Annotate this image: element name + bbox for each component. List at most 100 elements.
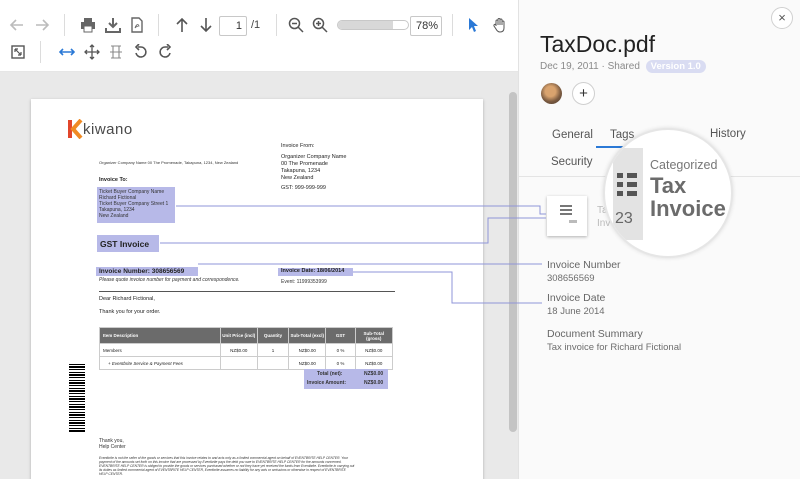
table-cell: NZ$0.00 [288, 343, 327, 357]
toolbar-divider [40, 41, 41, 63]
column-header: Quantity [256, 327, 290, 344]
event-line: Event: 11999353999 [281, 279, 327, 285]
select-cursor-icon[interactable] [461, 13, 485, 37]
previous-page-icon[interactable] [170, 13, 194, 37]
invoice-amount-value: NZ$0.00 [364, 380, 384, 386]
magnifier-callout: 23 Categorized Tax Invoice [603, 128, 733, 258]
add-share-button[interactable]: + [572, 82, 595, 105]
footer-line: HELP CENTER. [99, 472, 123, 476]
gst-number: GST: 999-999-999 [281, 185, 326, 191]
divider-line [99, 291, 395, 292]
table-cell: NZ$0.00 [219, 343, 258, 357]
zoom-in-icon[interactable] [308, 13, 332, 37]
toolbar-divider [158, 14, 159, 36]
invoice-date-label: Invoice Date [547, 292, 606, 304]
table-cell: Members [99, 343, 221, 357]
column-header: Sub-Total (excl) [288, 327, 327, 344]
document-summary-label: Document Summary [547, 328, 643, 340]
document-date-shared: Dec 19, 2011 · Shared [540, 61, 640, 72]
column-header: GST [325, 327, 356, 344]
print-icon[interactable] [76, 13, 100, 37]
column-header: Item Description [99, 327, 221, 344]
total-label: Total (net): [317, 371, 343, 377]
invoice-from-line: Takapuna, 1234 [281, 168, 321, 174]
total-value: NZ$0.00 [364, 371, 384, 377]
zoom-slider[interactable] [337, 20, 409, 30]
category-thumbnail [547, 196, 587, 236]
invoice-from-line: Organizer Company Name [281, 154, 347, 160]
page-total-label: /1 [251, 19, 261, 31]
table-cell: 1 [256, 343, 290, 357]
magnified-number: 23 [615, 210, 633, 227]
table-row: + Eventbrite Service & Payment Fees NZ$0… [99, 356, 394, 370]
invoice-number-text: Invoice Number: 308656569 [99, 268, 185, 275]
quote-note: Please quote invoice number for payment … [99, 277, 240, 283]
logo-text: kiwano [83, 121, 133, 138]
document-summary-value: Tax invoice for Richard Fictional [547, 342, 682, 353]
toolbar-divider [452, 14, 453, 36]
toolbar-divider [276, 14, 277, 36]
zoom-slider-fill [338, 21, 393, 29]
table-cell [219, 356, 258, 370]
download-icon[interactable] [101, 13, 125, 37]
magnified-document-icon: 23 [613, 148, 643, 240]
document-title: TaxDoc.pdf [540, 31, 656, 57]
scrollbar-thumb[interactable] [509, 92, 517, 432]
invoice-from-line: New Zealand [281, 175, 314, 181]
details-panel: × TaxDoc.pdf Dec 19, 2011 · Shared Versi… [518, 0, 800, 479]
tax-invoice-icon [560, 205, 577, 223]
vertical-scrollbar[interactable] [508, 72, 518, 479]
pan-hand-icon[interactable] [488, 13, 512, 37]
magnified-title-line: Invoice [650, 196, 726, 221]
rotate-right-icon[interactable] [153, 40, 177, 64]
tab-general[interactable]: General [552, 129, 593, 141]
invoice-number-value: 308656569 [547, 273, 595, 284]
invoice-items-table: Item Description Unit Price (incl) Quant… [99, 327, 394, 370]
pdf-page: kiwano Organizer Company Name 00 The Pro… [31, 99, 483, 479]
pdf-file-icon[interactable] [125, 13, 149, 37]
invoice-from-line: 00 The Promenade [281, 161, 328, 167]
zoom-out-icon[interactable] [284, 13, 308, 37]
table-cell [256, 356, 290, 370]
table-header-row: Item Description Unit Price (incl) Quant… [99, 327, 394, 344]
footer-line: its duties as limited commercial agent o… [99, 468, 346, 472]
table-cell: 0 % [325, 343, 356, 357]
table-cell: NZ$0.00 [354, 343, 394, 357]
tab-history[interactable]: History [710, 128, 746, 140]
avatar[interactable] [541, 83, 562, 104]
signoff-team: Help Center [99, 444, 126, 450]
back-arrow-icon[interactable] [5, 13, 29, 37]
fullscreen-icon[interactable] [6, 40, 30, 64]
column-header: Sub-Total (gross) [354, 327, 394, 344]
next-page-icon[interactable] [194, 13, 218, 37]
pdf-viewer[interactable]: kiwano Organizer Company Name 00 The Pro… [0, 72, 518, 479]
close-button[interactable]: × [771, 7, 793, 29]
rotate-left-icon[interactable] [129, 40, 153, 64]
version-badge: Version 1.0 [645, 60, 706, 73]
page-number-input[interactable]: 1 [219, 16, 247, 36]
magnified-category-label: Categorized [650, 158, 718, 172]
forward-arrow-icon[interactable] [30, 13, 54, 37]
thanks-line: Thank you for your order. [99, 309, 161, 315]
table-cell: NZ$0.00 [288, 356, 327, 370]
org-address-line: Organizer Company Name 00 The Promenade,… [99, 160, 239, 165]
fit-width-icon[interactable] [55, 40, 79, 64]
tab-security[interactable]: Security [551, 156, 593, 168]
toolbar-divider [64, 14, 65, 36]
text-select-icon[interactable] [104, 40, 128, 64]
table-cell: + Eventbrite Service & Payment Fees [99, 356, 221, 370]
fit-page-move-icon[interactable] [80, 40, 104, 64]
magnified-title-line: Tax [650, 173, 687, 198]
gst-invoice-heading: GST Invoice [100, 239, 150, 249]
magnified-category-title: Tax Invoice [650, 174, 726, 220]
invoice-amount-label: Invoice Amount: [307, 380, 346, 386]
invoice-to-line: New Zealand [99, 213, 129, 219]
document-meta: Dec 19, 2011 · Shared Version 1.0 [540, 60, 706, 73]
invoice-number-label: Invoice Number [547, 259, 621, 271]
invoice-from-label: Invoice From: [281, 143, 315, 149]
table-cell: 0 % [325, 356, 356, 370]
invoice-to-label: Invoice To: [99, 177, 128, 183]
table-row: Members NZ$0.00 1 NZ$0.00 0 % NZ$0.00 [99, 343, 394, 357]
pdf-toolbar: 1 /1 78% [0, 0, 518, 72]
zoom-level-input[interactable]: 78% [410, 16, 442, 36]
